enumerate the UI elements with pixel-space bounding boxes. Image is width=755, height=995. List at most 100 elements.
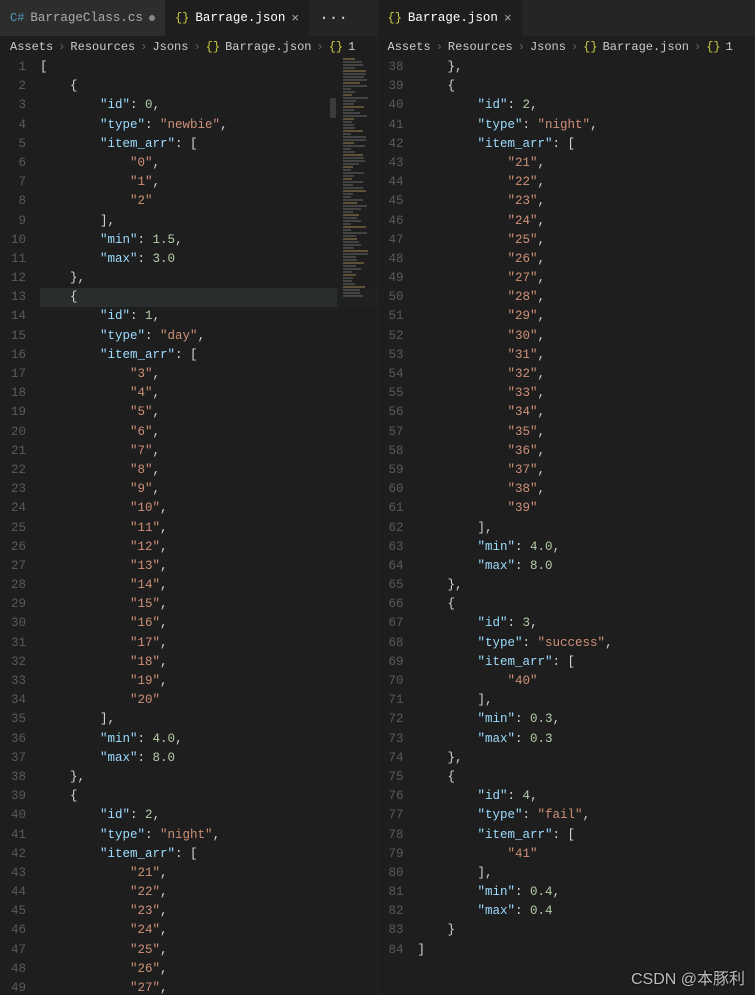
code-line[interactable]: "type": "day", bbox=[40, 327, 377, 346]
code-line[interactable]: "type": "night", bbox=[418, 116, 755, 135]
breadcrumb-segment[interactable]: 1 bbox=[348, 40, 355, 54]
code-line[interactable]: "id": 0, bbox=[40, 96, 377, 115]
code-line[interactable]: "type": "success", bbox=[418, 634, 755, 653]
tab-barrage-json[interactable]: {}Barrage.json× bbox=[378, 0, 522, 36]
minimap-drag-handle[interactable] bbox=[330, 98, 336, 118]
code-line[interactable]: "35", bbox=[418, 423, 755, 442]
code-line[interactable]: "25", bbox=[418, 231, 755, 250]
code-line[interactable]: "item_arr": [ bbox=[418, 135, 755, 154]
code-line[interactable]: "31", bbox=[418, 346, 755, 365]
code-line[interactable]: "22", bbox=[418, 173, 755, 192]
tab-overflow-button[interactable]: ··· bbox=[309, 0, 358, 36]
code-line[interactable]: "13", bbox=[40, 557, 377, 576]
right-breadcrumbs[interactable]: Assets›Resources›Jsons›{}Barrage.json›{}… bbox=[378, 36, 755, 58]
code-line[interactable]: "23", bbox=[40, 902, 377, 921]
code-line[interactable]: "15", bbox=[40, 595, 377, 614]
code-line[interactable]: "23", bbox=[418, 192, 755, 211]
breadcrumb-segment[interactable]: 1 bbox=[726, 40, 733, 54]
code-line[interactable]: "type": "fail", bbox=[418, 806, 755, 825]
code-line[interactable]: "min": 4.0, bbox=[40, 730, 377, 749]
code-line[interactable]: }, bbox=[418, 576, 755, 595]
code-line[interactable]: "21", bbox=[40, 864, 377, 883]
code-line[interactable]: ], bbox=[418, 519, 755, 538]
code-line[interactable]: "28", bbox=[418, 288, 755, 307]
breadcrumb-segment[interactable]: Jsons bbox=[152, 40, 188, 54]
code-line[interactable]: "17", bbox=[40, 634, 377, 653]
code-line[interactable]: "min": 4.0, bbox=[418, 538, 755, 557]
code-line[interactable]: "max": 3.0 bbox=[40, 250, 377, 269]
code-line[interactable]: "max": 8.0 bbox=[40, 749, 377, 768]
left-minimap[interactable] bbox=[337, 58, 377, 995]
breadcrumb-segment[interactable]: Jsons bbox=[530, 40, 566, 54]
code-line[interactable]: "27", bbox=[40, 979, 377, 995]
code-line[interactable]: "9", bbox=[40, 480, 377, 499]
tab-barrageclass-cs[interactable]: C#BarrageClass.cs bbox=[0, 0, 165, 36]
close-icon[interactable]: × bbox=[504, 11, 512, 26]
code-line[interactable]: "16", bbox=[40, 614, 377, 633]
left-breadcrumbs[interactable]: Assets›Resources›Jsons›{}Barrage.json›{}… bbox=[0, 36, 377, 58]
code-line[interactable]: { bbox=[40, 77, 377, 96]
code-line[interactable]: "34", bbox=[418, 403, 755, 422]
code-line[interactable]: "36", bbox=[418, 442, 755, 461]
code-line[interactable]: "id": 2, bbox=[40, 806, 377, 825]
code-line[interactable]: "26", bbox=[418, 250, 755, 269]
code-line[interactable]: "37", bbox=[418, 461, 755, 480]
code-line[interactable]: }, bbox=[40, 768, 377, 787]
code-line[interactable]: "7", bbox=[40, 442, 377, 461]
code-line[interactable]: { bbox=[418, 595, 755, 614]
code-line[interactable]: "12", bbox=[40, 538, 377, 557]
code-line[interactable]: ], bbox=[418, 864, 755, 883]
code-line[interactable]: "25", bbox=[40, 941, 377, 960]
code-line[interactable]: "18", bbox=[40, 653, 377, 672]
code-line[interactable]: "30", bbox=[418, 327, 755, 346]
code-line[interactable]: "id": 3, bbox=[418, 614, 755, 633]
code-line[interactable]: "item_arr": [ bbox=[40, 845, 377, 864]
code-line[interactable]: "4", bbox=[40, 384, 377, 403]
code-line[interactable]: }, bbox=[418, 58, 755, 77]
left-code[interactable]: [ { "id": 0, "type": "newbie", "item_arr… bbox=[40, 58, 377, 995]
breadcrumb-segment[interactable]: Barrage.json bbox=[225, 40, 311, 54]
code-line[interactable]: "21", bbox=[418, 154, 755, 173]
close-icon[interactable]: × bbox=[291, 11, 299, 26]
code-line[interactable]: "22", bbox=[40, 883, 377, 902]
code-line[interactable]: "20" bbox=[40, 691, 377, 710]
code-line[interactable]: "11", bbox=[40, 519, 377, 538]
left-editor[interactable]: 1234567891011121314151617181920212223242… bbox=[0, 58, 377, 995]
code-line[interactable]: "min": 1.5, bbox=[40, 231, 377, 250]
code-line[interactable]: "item_arr": [ bbox=[40, 346, 377, 365]
code-line[interactable]: "max": 8.0 bbox=[418, 557, 755, 576]
code-line[interactable]: "id": 2, bbox=[418, 96, 755, 115]
breadcrumb-segment[interactable]: Barrage.json bbox=[603, 40, 689, 54]
breadcrumb-segment[interactable]: Assets bbox=[10, 40, 53, 54]
code-line[interactable]: ], bbox=[40, 710, 377, 729]
code-line[interactable]: "24", bbox=[418, 212, 755, 231]
code-line[interactable]: "1", bbox=[40, 173, 377, 192]
code-line[interactable]: "3", bbox=[40, 365, 377, 384]
code-line[interactable]: "26", bbox=[40, 960, 377, 979]
code-line[interactable]: "max": 0.4 bbox=[418, 902, 755, 921]
code-line[interactable]: "min": 0.3, bbox=[418, 710, 755, 729]
code-line[interactable]: "33", bbox=[418, 384, 755, 403]
code-line[interactable]: "item_arr": [ bbox=[40, 135, 377, 154]
code-line[interactable]: "24", bbox=[40, 921, 377, 940]
code-line[interactable]: ] bbox=[418, 941, 755, 960]
code-line[interactable]: "5", bbox=[40, 403, 377, 422]
code-line[interactable]: "8", bbox=[40, 461, 377, 480]
code-line[interactable]: "41" bbox=[418, 845, 755, 864]
code-line[interactable]: "6", bbox=[40, 423, 377, 442]
code-line[interactable]: "32", bbox=[418, 365, 755, 384]
code-line[interactable]: "2" bbox=[40, 192, 377, 211]
code-line[interactable]: "14", bbox=[40, 576, 377, 595]
code-line[interactable]: }, bbox=[418, 749, 755, 768]
code-line[interactable]: "38", bbox=[418, 480, 755, 499]
code-line[interactable]: "19", bbox=[40, 672, 377, 691]
breadcrumb-segment[interactable]: Resources bbox=[70, 40, 135, 54]
code-line[interactable]: { bbox=[40, 288, 377, 307]
code-line[interactable]: { bbox=[40, 787, 377, 806]
code-line[interactable]: "item_arr": [ bbox=[418, 826, 755, 845]
code-line[interactable]: } bbox=[418, 921, 755, 940]
code-line[interactable]: "item_arr": [ bbox=[418, 653, 755, 672]
code-line[interactable]: "id": 1, bbox=[40, 307, 377, 326]
code-line[interactable]: "min": 0.4, bbox=[418, 883, 755, 902]
code-line[interactable]: [ bbox=[40, 58, 377, 77]
